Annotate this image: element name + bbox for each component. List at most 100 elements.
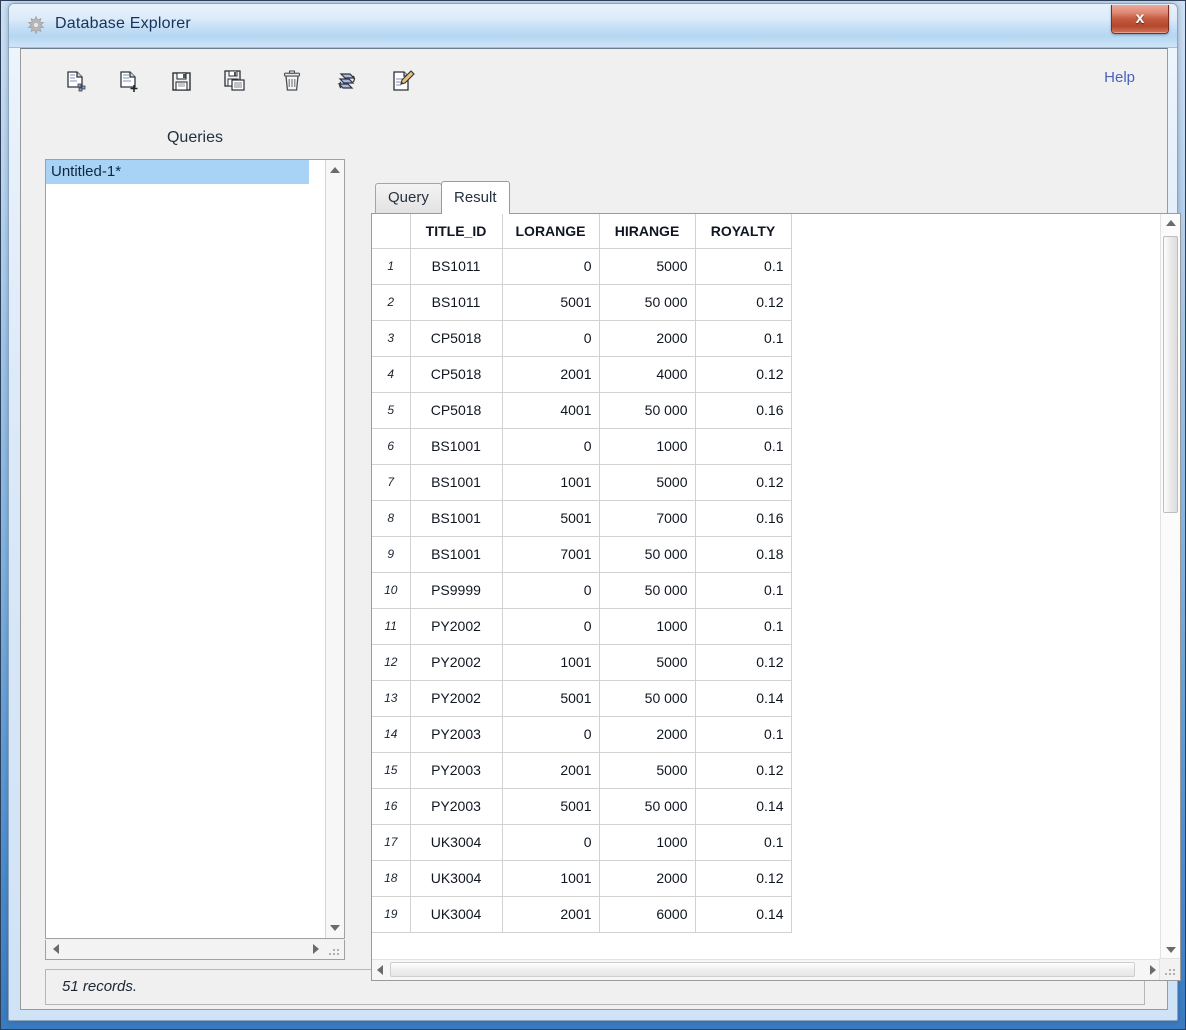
table-row[interactable]: 14PY2003020000.1 — [372, 716, 791, 752]
cell-royalty[interactable]: 0.12 — [695, 284, 791, 320]
queries-horizontal-scrollbar[interactable] — [45, 940, 345, 960]
cell-rownum[interactable]: 10 — [372, 572, 410, 608]
table-row[interactable]: 4CP5018200140000.12 — [372, 356, 791, 392]
cell-title-id[interactable]: BS1001 — [410, 536, 502, 572]
cell-rownum[interactable]: 17 — [372, 824, 410, 860]
cell-title-id[interactable]: CP5018 — [410, 356, 502, 392]
cell-lorange[interactable]: 0 — [502, 320, 599, 356]
save-icon[interactable] — [167, 67, 197, 97]
table-row[interactable]: 16PY2003500150 0000.14 — [372, 788, 791, 824]
cell-hirange[interactable]: 2000 — [599, 716, 695, 752]
table-row[interactable]: 12PY2002100150000.12 — [372, 644, 791, 680]
tab-query[interactable]: Query — [375, 183, 442, 213]
table-row[interactable]: 9BS1001700150 0000.18 — [372, 536, 791, 572]
grid-scroll-down-icon[interactable] — [1166, 947, 1176, 953]
cell-lorange[interactable]: 4001 — [502, 392, 599, 428]
cell-hirange[interactable]: 5000 — [599, 248, 695, 284]
cell-title-id[interactable]: BS1011 — [410, 284, 502, 320]
cell-lorange[interactable]: 0 — [502, 572, 599, 608]
execute-icon[interactable] — [332, 67, 362, 97]
cell-lorange[interactable]: 5001 — [502, 680, 599, 716]
queries-list[interactable]: Untitled-1* — [45, 159, 345, 939]
grid-vertical-scroll-thumb[interactable] — [1163, 236, 1178, 513]
table-row[interactable]: 18UK3004100120000.12 — [372, 860, 791, 896]
cell-hirange[interactable]: 50 000 — [599, 536, 695, 572]
cell-hirange[interactable]: 50 000 — [599, 680, 695, 716]
table-row[interactable]: 19UK3004200160000.14 — [372, 896, 791, 932]
grid-scroll-left-icon[interactable] — [377, 965, 383, 975]
grid-horizontal-scrollbar[interactable] — [372, 959, 1161, 980]
cell-hirange[interactable]: 50 000 — [599, 284, 695, 320]
column-header-lorange[interactable]: LORANGE — [502, 214, 599, 248]
cell-title-id[interactable]: PY2002 — [410, 644, 502, 680]
queries-vertical-scrollbar[interactable] — [325, 160, 344, 938]
cell-title-id[interactable]: CP5018 — [410, 320, 502, 356]
cell-lorange[interactable]: 5001 — [502, 284, 599, 320]
cell-lorange[interactable]: 7001 — [502, 536, 599, 572]
scroll-left-icon[interactable] — [53, 944, 59, 954]
cell-rownum[interactable]: 16 — [372, 788, 410, 824]
new-query-icon[interactable] — [61, 67, 91, 97]
cell-hirange[interactable]: 5000 — [599, 644, 695, 680]
cell-rownum[interactable]: 6 — [372, 428, 410, 464]
cell-hirange[interactable]: 1000 — [599, 428, 695, 464]
cell-hirange[interactable]: 50 000 — [599, 392, 695, 428]
column-header-hirange[interactable]: HIRANGE — [599, 214, 695, 248]
cell-royalty[interactable]: 0.14 — [695, 788, 791, 824]
cell-title-id[interactable]: BS1001 — [410, 500, 502, 536]
table-row[interactable]: 2BS1011500150 0000.12 — [372, 284, 791, 320]
cell-royalty[interactable]: 0.12 — [695, 644, 791, 680]
cell-title-id[interactable]: PY2003 — [410, 788, 502, 824]
cell-title-id[interactable]: CP5018 — [410, 392, 502, 428]
cell-hirange[interactable]: 50 000 — [599, 572, 695, 608]
title-bar[interactable]: Database Explorer x — [9, 4, 1177, 48]
cell-rownum[interactable]: 2 — [372, 284, 410, 320]
cell-title-id[interactable]: UK3004 — [410, 860, 502, 896]
cell-lorange[interactable]: 0 — [502, 608, 599, 644]
cell-royalty[interactable]: 0.12 — [695, 752, 791, 788]
cell-rownum[interactable]: 4 — [372, 356, 410, 392]
cell-royalty[interactable]: 0.12 — [695, 860, 791, 896]
cell-royalty[interactable]: 0.1 — [695, 608, 791, 644]
cell-rownum[interactable]: 19 — [372, 896, 410, 932]
cell-lorange[interactable]: 0 — [502, 248, 599, 284]
help-link[interactable]: Help — [1104, 69, 1135, 86]
cell-royalty[interactable]: 0.12 — [695, 356, 791, 392]
cell-rownum[interactable]: 3 — [372, 320, 410, 356]
grid-scroll-up-icon[interactable] — [1166, 220, 1176, 226]
cell-royalty[interactable]: 0.14 — [695, 896, 791, 932]
delete-icon[interactable] — [277, 67, 307, 97]
scroll-down-icon[interactable] — [330, 925, 340, 931]
cell-rownum[interactable]: 1 — [372, 248, 410, 284]
cell-title-id[interactable]: UK3004 — [410, 896, 502, 932]
cell-title-id[interactable]: PY2003 — [410, 716, 502, 752]
cell-hirange[interactable]: 5000 — [599, 464, 695, 500]
table-row[interactable]: 8BS1001500170000.16 — [372, 500, 791, 536]
cell-rownum[interactable]: 13 — [372, 680, 410, 716]
tab-result[interactable]: Result — [441, 181, 510, 214]
result-grid-scrollview[interactable]: TITLE_ID LORANGE HIRANGE ROYALTY 1BS1011… — [372, 214, 1161, 959]
cell-royalty[interactable]: 0.14 — [695, 680, 791, 716]
close-button[interactable]: x — [1111, 5, 1169, 34]
cell-lorange[interactable]: 2001 — [502, 752, 599, 788]
cell-title-id[interactable]: PY2002 — [410, 608, 502, 644]
cell-lorange[interactable]: 5001 — [502, 788, 599, 824]
cell-lorange[interactable]: 0 — [502, 716, 599, 752]
cell-rownum[interactable]: 15 — [372, 752, 410, 788]
cell-lorange[interactable]: 1001 — [502, 644, 599, 680]
cell-rownum[interactable]: 9 — [372, 536, 410, 572]
resize-grip-icon[interactable] — [326, 942, 342, 958]
table-row[interactable]: 1BS1011050000.1 — [372, 248, 791, 284]
cell-hirange[interactable]: 1000 — [599, 824, 695, 860]
table-row[interactable]: 6BS1001010000.1 — [372, 428, 791, 464]
column-header-rownum[interactable] — [372, 214, 410, 248]
list-item-untitled-1[interactable]: Untitled-1* — [46, 160, 309, 184]
cell-hirange[interactable]: 7000 — [599, 500, 695, 536]
cell-rownum[interactable]: 14 — [372, 716, 410, 752]
table-row[interactable]: 3CP5018020000.1 — [372, 320, 791, 356]
cell-royalty[interactable]: 0.1 — [695, 716, 791, 752]
cell-title-id[interactable]: BS1001 — [410, 428, 502, 464]
scroll-right-icon[interactable] — [313, 944, 319, 954]
table-row[interactable]: 7BS1001100150000.12 — [372, 464, 791, 500]
cell-hirange[interactable]: 50 000 — [599, 788, 695, 824]
